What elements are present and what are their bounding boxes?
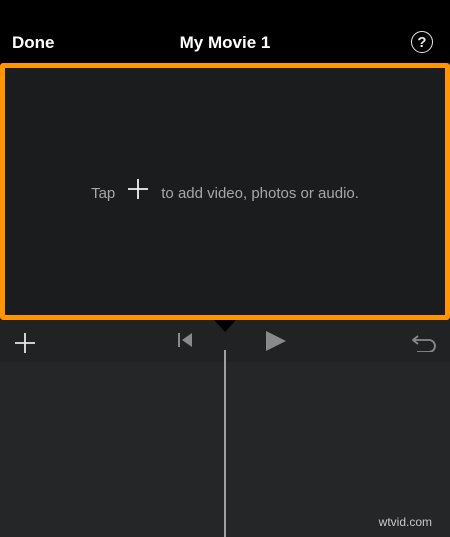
play-button[interactable]: [265, 331, 287, 356]
plus-icon: [15, 333, 35, 353]
watermark: wtvid.com: [378, 515, 432, 529]
done-button[interactable]: Done: [12, 33, 55, 53]
help-button[interactable]: ?: [411, 31, 433, 53]
timeline-area[interactable]: [0, 320, 450, 537]
skip-to-start-button[interactable]: [177, 333, 193, 352]
media-viewer[interactable]: Tap to add video, photos or audio.: [0, 63, 450, 320]
plus-icon: [127, 178, 149, 204]
play-icon: [266, 331, 286, 351]
add-media-button[interactable]: [14, 332, 36, 359]
undo-button[interactable]: [411, 332, 437, 357]
playhead-marker[interactable]: [214, 320, 236, 332]
hint-text-before: Tap: [91, 184, 116, 202]
hint-text-after: to add video, photos or audio.: [161, 184, 359, 202]
top-bar: Done My Movie 1 ?: [0, 0, 450, 62]
viewer-hint: Tap to add video, photos or audio.: [5, 178, 445, 206]
help-icon: ?: [417, 33, 427, 51]
playhead-line: [224, 350, 226, 537]
skip-to-start-icon: [178, 333, 192, 347]
undo-icon: [412, 335, 436, 353]
page-title: My Movie 1: [179, 33, 271, 52]
